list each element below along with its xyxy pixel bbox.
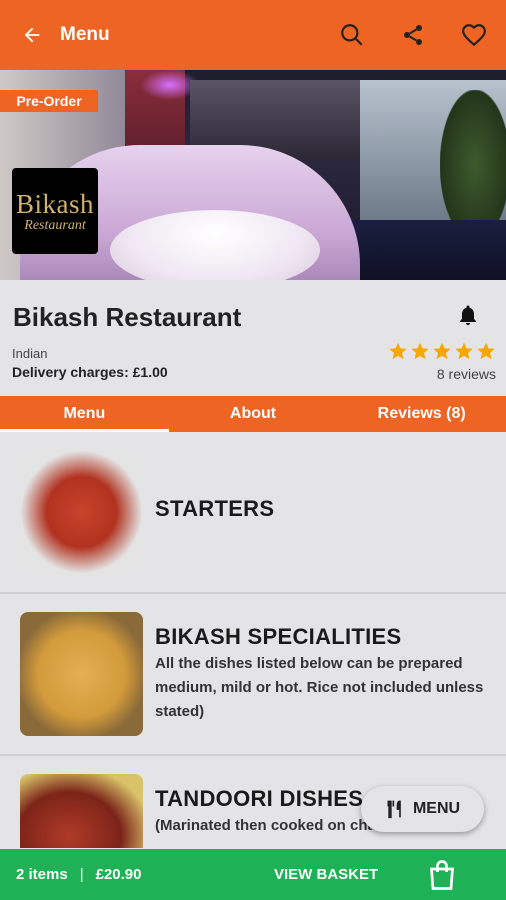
shopping-bag-icon[interactable] <box>424 857 460 893</box>
star-icon <box>433 342 451 360</box>
review-count[interactable]: 8 reviews <box>437 366 496 382</box>
heart-icon <box>462 24 486 47</box>
tab-bar: Menu About Reviews (8) <box>0 396 506 432</box>
page-title: Menu <box>60 24 110 45</box>
category-bikash-specialities[interactable]: BIKASH SPECIALITIES All the dishes liste… <box>0 594 506 756</box>
category-image <box>20 612 143 736</box>
basket-separator: | <box>79 866 84 883</box>
category-image <box>20 450 143 574</box>
favorite-button[interactable] <box>454 15 494 55</box>
cuisine-label: Indian <box>12 346 48 361</box>
app-bar: Menu <box>0 0 506 70</box>
rating-stars <box>388 341 496 361</box>
star-icon <box>455 342 473 360</box>
star-icon <box>477 342 495 360</box>
category-title: BIKASH SPECIALITIES <box>155 624 402 649</box>
category-starters[interactable]: STARTERS <box>0 432 506 594</box>
tab-menu[interactable]: Menu <box>0 396 169 432</box>
bell-icon[interactable] <box>456 303 480 327</box>
pre-order-badge: Pre-Order <box>0 90 98 112</box>
restaurant-logo: Bikash Restaurant <box>12 168 98 254</box>
basket-total: £20.90 <box>95 866 142 883</box>
share-icon <box>404 25 422 45</box>
view-basket-button[interactable]: VIEW BASKET <box>274 866 378 883</box>
category-title: TANDOORI DISHES <box>155 786 364 811</box>
basket-item-count: 2 items <box>16 866 68 883</box>
tab-about[interactable]: About <box>169 396 338 432</box>
cutlery-icon <box>387 800 401 819</box>
restaurant-name: Bikash Restaurant <box>13 302 242 332</box>
logo-text: Bikash <box>15 188 94 219</box>
logo-subtext: Restaurant <box>24 217 86 233</box>
delivery-charges: Delivery charges: £1.00 <box>12 364 168 380</box>
share-button[interactable] <box>393 15 433 55</box>
search-icon <box>341 24 363 46</box>
restaurant-info: Bikash Restaurant Indian Delivery charge… <box>0 280 506 396</box>
search-button[interactable] <box>332 15 372 55</box>
category-image <box>20 774 143 848</box>
star-icon <box>389 342 407 360</box>
star-icon <box>411 342 429 360</box>
arrow-left-icon <box>24 27 40 43</box>
category-title: STARTERS <box>155 496 275 521</box>
menu-fab-button[interactable]: MENU <box>361 786 484 832</box>
category-description: All the dishes listed below can be prepa… <box>155 655 484 720</box>
basket-bar[interactable]: 2 items | £20.90 VIEW BASKET <box>0 849 506 900</box>
menu-fab-label: MENU <box>412 800 461 817</box>
tab-reviews[interactable]: Reviews (8) <box>337 396 506 432</box>
back-button[interactable] <box>12 15 52 55</box>
